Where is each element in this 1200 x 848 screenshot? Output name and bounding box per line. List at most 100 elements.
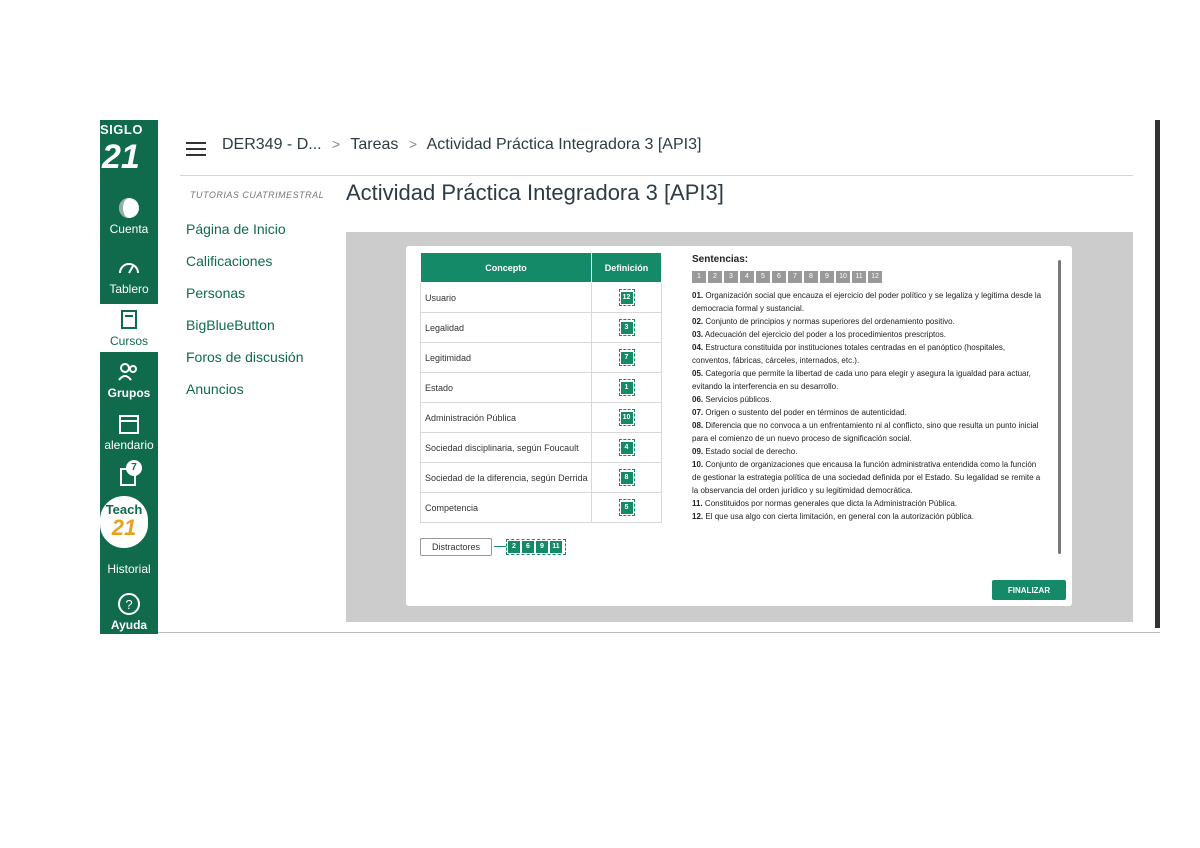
sentence-chip[interactable]: 5 <box>756 271 770 283</box>
list-item: 02. Conjunto de principios y normas supe… <box>692 317 955 326</box>
nav-label: Grupos <box>107 386 151 400</box>
course-nav-announcements[interactable]: Anuncios <box>180 378 340 410</box>
distractor-chip[interactable]: 9 <box>536 541 548 553</box>
nav-groups[interactable]: Grupos <box>100 360 158 400</box>
list-item: 04. Estructura constituida por instituci… <box>692 343 1006 365</box>
logo-number: 21 <box>102 138 140 176</box>
sentence-chip[interactable]: 12 <box>868 271 882 283</box>
distractor-chip[interactable]: 6 <box>522 541 534 553</box>
nav-history[interactable]: Historial <box>100 562 158 576</box>
courses-icon <box>121 310 137 329</box>
course-nav-home[interactable]: Página de Inicio <box>180 218 340 250</box>
sentence-chip[interactable]: 8 <box>804 271 818 283</box>
finalize-button[interactable]: FINALIZAR <box>992 580 1066 600</box>
list-item: 11. Constituidos por normas generales qu… <box>692 499 958 508</box>
list-item: 01. Organización social que encauza el e… <box>692 291 1042 313</box>
distractors-drop-slot[interactable]: 2 6 9 11 <box>506 539 566 555</box>
window-edge <box>1155 120 1160 628</box>
sentence-chip[interactable]: 4 <box>740 271 754 283</box>
nav-courses[interactable]: Cursos <box>100 304 158 352</box>
list-item: 06. Servicios públicos. <box>692 395 772 404</box>
course-nav-forums[interactable]: Foros de discusión <box>180 346 340 378</box>
table-row: Legalidad 3 <box>420 312 662 343</box>
list-item: 10. Conjunto de organizaciones que encau… <box>692 460 1041 495</box>
definition-drop-slot[interactable]: 7 <box>591 342 662 373</box>
table-row: Competencia 5 <box>420 492 662 523</box>
sentence-chip-bank: 1 2 3 4 5 6 7 8 9 10 11 12 <box>692 271 1042 283</box>
distractors-label: Distractores <box>420 538 492 556</box>
app-frame: SIGLO 21 Cuenta Tablero Cursos Grupos al… <box>100 120 1160 634</box>
table-row: Sociedad de la diferencia, según Derrida… <box>420 462 662 493</box>
divider <box>158 632 1160 633</box>
teach21-button[interactable]: Teach 21 <box>100 494 150 550</box>
teach-number: 21 <box>111 515 137 540</box>
nav-label: Cuenta <box>109 222 149 236</box>
breadcrumb-tasks[interactable]: Tareas <box>350 136 398 153</box>
help-icon: ? <box>118 593 140 615</box>
answer-chip[interactable]: 5 <box>620 502 633 514</box>
sentence-chip[interactable]: 11 <box>852 271 866 283</box>
list-item: 05. Categoría que permite la libertad de… <box>692 369 1031 391</box>
definition-drop-slot[interactable]: 1 <box>591 372 662 403</box>
answer-chip[interactable]: 8 <box>620 472 633 484</box>
concept-cell: Sociedad disciplinaria, según Foucault <box>420 432 592 463</box>
menu-icon[interactable] <box>186 142 206 156</box>
distractor-chip[interactable]: 11 <box>550 541 562 553</box>
concept-cell: Competencia <box>420 492 592 523</box>
nav-dashboard[interactable]: Tablero <box>100 256 158 296</box>
definition-drop-slot[interactable]: 10 <box>591 402 662 433</box>
nav-label: Cursos <box>109 334 148 348</box>
sentence-chip[interactable]: 2 <box>708 271 722 283</box>
chevron-right-icon: > <box>332 136 341 152</box>
table-row: Administración Pública 10 <box>420 402 662 433</box>
nav-label: Tablero <box>109 282 149 296</box>
header: DER349 - D... > Tareas > Actividad Práct… <box>180 120 1133 176</box>
siglo21-logo[interactable]: SIGLO 21 <box>100 120 158 184</box>
sentence-chip[interactable]: 6 <box>772 271 786 283</box>
course-nav: TUTORIAS CUATRIMESTRAL Página de Inicio … <box>180 190 340 410</box>
answer-chip[interactable]: 12 <box>620 292 633 304</box>
course-nav-bigbluebutton[interactable]: BigBlueButton <box>180 314 340 346</box>
sentence-list: 01. Organización social que encauza el e… <box>692 289 1042 523</box>
answer-chip[interactable]: 4 <box>620 442 633 454</box>
nav-label: alendario <box>104 438 154 452</box>
definition-drop-slot[interactable]: 8 <box>591 462 662 493</box>
table-row: Sociedad disciplinaria, según Foucault 4 <box>420 432 662 463</box>
definition-drop-slot[interactable]: 12 <box>591 282 662 313</box>
concept-cell: Administración Pública <box>420 402 592 433</box>
table-row: Usuario 12 <box>420 282 662 313</box>
svg-text:?: ? <box>125 597 132 612</box>
answer-chip[interactable]: 7 <box>620 352 633 364</box>
arrow-right-icon <box>494 546 506 547</box>
sentence-chip[interactable]: 9 <box>820 271 834 283</box>
sentence-chip[interactable]: 10 <box>836 271 850 283</box>
nav-calendar[interactable]: alendario <box>100 412 158 452</box>
matching-table: Concepto Definición Usuario 12 Legalidad 3… <box>420 252 662 523</box>
nav-help[interactable]: ? Ayuda <box>100 592 158 632</box>
table-row: Estado 1 <box>420 372 662 403</box>
concept-cell: Legalidad <box>420 312 592 343</box>
global-nav-rail: SIGLO 21 Cuenta Tablero Cursos Grupos al… <box>100 120 158 634</box>
definition-drop-slot[interactable]: 5 <box>591 492 662 523</box>
answer-chip[interactable]: 1 <box>620 382 633 394</box>
list-item: 03. Adecuación del ejercicio del poder a… <box>692 330 946 339</box>
sentences-scrollbar[interactable] <box>1058 260 1061 554</box>
chevron-right-icon: > <box>408 136 418 152</box>
answer-chip[interactable]: 3 <box>620 322 633 334</box>
definition-drop-slot[interactable]: 4 <box>591 432 662 463</box>
course-nav-grades[interactable]: Calificaciones <box>180 250 340 282</box>
concept-cell: Legitimidad <box>420 342 592 373</box>
breadcrumb-course[interactable]: DER349 - D... <box>222 136 322 153</box>
sentence-chip[interactable]: 7 <box>788 271 802 283</box>
definition-drop-slot[interactable]: 3 <box>591 312 662 343</box>
sentence-chip[interactable]: 1 <box>692 271 706 283</box>
nav-account[interactable]: Cuenta <box>100 196 158 236</box>
nav-inbox[interactable]: 7 <box>100 460 158 490</box>
distractor-chip[interactable]: 2 <box>508 541 520 553</box>
answer-chip[interactable]: 10 <box>620 412 633 424</box>
breadcrumb: DER349 - D... > Tareas > Actividad Práct… <box>222 136 701 154</box>
calendar-icon <box>119 415 139 434</box>
sentences-title: Sentencias: <box>692 254 749 265</box>
sentence-chip[interactable]: 3 <box>724 271 738 283</box>
course-nav-people[interactable]: Personas <box>180 282 340 314</box>
